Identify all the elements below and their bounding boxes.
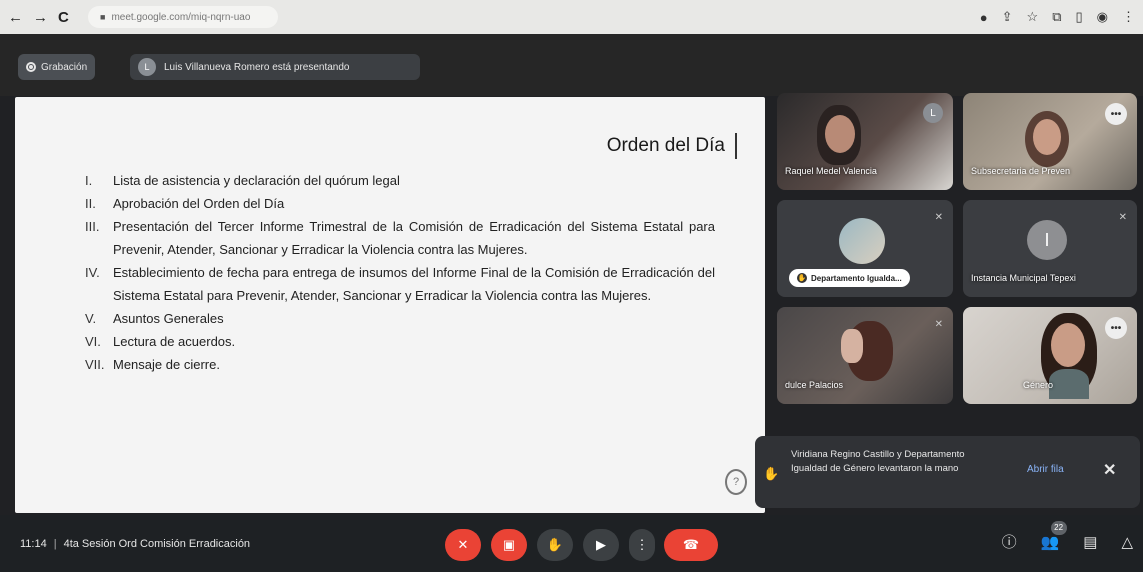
- recording-icon: [26, 62, 36, 72]
- people-count-badge: 22: [1050, 520, 1067, 535]
- meeting-info: 11:14 | 4ta Sesión Ord Comisión Erradicaci…: [20, 538, 251, 550]
- participant-tile[interactable]: ✕ ✋ Departamento Igualda...: [777, 200, 953, 297]
- raised-hand-icon: ✋: [763, 466, 780, 481]
- browser-nav: ← → C: [8, 9, 88, 26]
- raised-hands-notification: ✋ Viridiana Regino Castillo y Departamen…: [755, 436, 1140, 508]
- browser-icons: ● ⇪ ☆ ⧉ ▯ ◉ ⋮: [980, 9, 1135, 25]
- open-queue-button[interactable]: Abrir fila: [1027, 464, 1064, 475]
- clock-time: 11:14: [20, 538, 47, 550]
- hang-up-icon: ☎: [682, 537, 700, 552]
- right-controls: ⓘ 22 👥 ▤ △: [1002, 520, 1133, 552]
- meeting-name: 4ta Sesión Ord Comisión Erradicación: [63, 538, 251, 550]
- participant-avatar: I: [1027, 220, 1067, 260]
- browser-toolbar: ← → C ■ meet.google.com/miq-nqrn-uao ● ⇪…: [0, 0, 1143, 34]
- info-icon[interactable]: ⓘ: [1002, 531, 1017, 552]
- presenting-chip[interactable]: L Luis Villanueva Romero está presentand…: [130, 54, 420, 80]
- agenda-item: VI. Lectura de acuerdos.: [85, 334, 236, 349]
- activities-icon[interactable]: △: [1121, 533, 1133, 551]
- agenda-item: III. Presentación del Tercer Informe Trim…: [85, 219, 715, 257]
- lock-icon: ■: [100, 12, 106, 22]
- hand-icon: ✋: [546, 537, 564, 552]
- present-button[interactable]: ▶: [583, 529, 619, 561]
- participant-tile[interactable]: ••• Género: [963, 307, 1137, 404]
- agenda-item: IV. Establecimiento de fecha para entrega…: [85, 265, 715, 303]
- address-bar[interactable]: ■ meet.google.com/miq-nqrn-uao: [88, 6, 278, 28]
- raise-hand-button[interactable]: ✋: [537, 529, 573, 561]
- sidepanel-icon[interactable]: ▯: [1076, 9, 1083, 25]
- close-icon[interactable]: ✕: [1103, 460, 1116, 480]
- agenda-item: II. Aprobación del Orden del Día: [85, 196, 285, 211]
- star-icon[interactable]: ☆: [1027, 9, 1039, 25]
- people-icon: 👥: [1040, 533, 1060, 551]
- agenda-item: V. Asuntos Generales: [85, 311, 224, 326]
- more-options-button[interactable]: ⋮: [629, 529, 655, 561]
- agenda-item: VII. Mensaje de cierre.: [85, 357, 220, 372]
- participant-avatar: [839, 218, 885, 264]
- microphone-button[interactable]: ✕: [445, 529, 481, 561]
- slide-title: Orden del Día: [607, 133, 737, 159]
- raised-hand-chip: ✋ Departamento Igualda...: [789, 269, 910, 287]
- muted-mic-icon: ✕: [934, 212, 943, 223]
- chat-icon[interactable]: ▤: [1083, 533, 1097, 551]
- presenter-avatar: L: [138, 58, 156, 76]
- recording-label: Grabación: [41, 61, 88, 73]
- camera-off-icon: ▣: [502, 537, 516, 552]
- raised-hand-icon: ✋: [797, 273, 807, 283]
- back-icon[interactable]: ←: [8, 9, 23, 26]
- screen: ← → C ■ meet.google.com/miq-nqrn-uao ● ⇪…: [0, 0, 1143, 572]
- present-screen-icon: ▶: [596, 537, 606, 552]
- share-icon[interactable]: ⇪: [1002, 9, 1013, 25]
- participant-name: dulce Palacios: [785, 380, 844, 390]
- agenda-list: I. Lista de asistencia y declaración del …: [85, 169, 715, 376]
- forward-icon[interactable]: →: [33, 9, 48, 26]
- people-button[interactable]: 22 👥: [1040, 520, 1067, 551]
- shared-screen-slide: Orden del Día I. Lista de asistencia y de…: [15, 97, 765, 513]
- participant-tile[interactable]: I ✕ Instancia Municipal Tepexi: [963, 200, 1137, 297]
- participant-name: Instancia Municipal Tepexi: [971, 273, 1076, 283]
- participant-name: Raquel Medel Valencia: [785, 166, 877, 176]
- profile-icon[interactable]: ◉: [1097, 9, 1108, 25]
- participant-tile[interactable]: ••• Subsecretaria de Preven: [963, 93, 1137, 190]
- more-vert-icon: ⋮: [635, 537, 649, 552]
- reload-icon[interactable]: C: [58, 9, 69, 26]
- notification-message: Viridiana Regino Castillo y Departamento…: [791, 449, 965, 474]
- agenda-item: I. Lista de asistencia y declaración del …: [85, 173, 400, 188]
- participant-name: Subsecretaria de Preven: [971, 166, 1071, 176]
- more-options-icon[interactable]: •••: [1105, 317, 1127, 339]
- mic-off-icon: ✕: [457, 537, 469, 552]
- qa-bubble-icon[interactable]: ?: [725, 469, 747, 495]
- meeting-top-strip: Grabación L Luis Villanueva Romero está …: [0, 34, 1143, 96]
- url-text: meet.google.com/miq-nqrn-uao: [111, 11, 251, 23]
- menu-dots-icon[interactable]: ⋮: [1122, 9, 1135, 25]
- meeting-controls-bar: 11:14 | 4ta Sesión Ord Comisión Erradicaci…: [0, 515, 1143, 572]
- leave-call-button[interactable]: ☎: [664, 529, 718, 561]
- participant-tile[interactable]: ✕ dulce Palacios: [777, 307, 953, 404]
- muted-mic-icon: ✕: [934, 319, 943, 330]
- extension-icon[interactable]: ⧉: [1052, 9, 1061, 25]
- presenter-text: Luis Villanueva Romero está presentando: [164, 61, 350, 73]
- camera-button[interactable]: ▣: [491, 529, 527, 561]
- participant-name: Género: [1023, 380, 1054, 390]
- participant-name: Departamento Igualda...: [811, 273, 902, 283]
- camera-indicator-icon[interactable]: ●: [980, 10, 988, 25]
- muted-mic-icon: ✕: [1118, 212, 1127, 223]
- recording-chip[interactable]: Grabación: [18, 54, 96, 80]
- participant-tile[interactable]: L Raquel Medel Valencia: [777, 93, 953, 190]
- more-options-icon[interactable]: •••: [1105, 103, 1127, 125]
- participant-badge: L: [923, 103, 943, 123]
